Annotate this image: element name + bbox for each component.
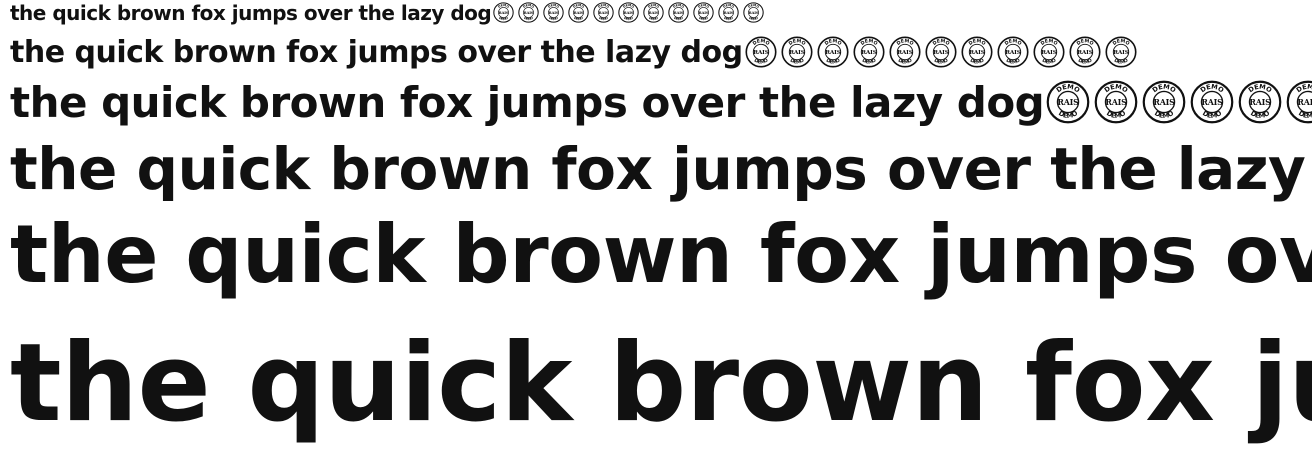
demo-stamp-icon: DEMODEMORAIS [961, 36, 993, 68]
specimen-row-5: the quick brown fox jumps over the lazy … [10, 215, 1312, 295]
demo-stamp-icon: DEMODEMORAIS [568, 2, 589, 23]
svg-text:RAIS: RAIS [549, 10, 559, 15]
svg-text:RAIS: RAIS [933, 50, 948, 56]
svg-text:RAIS: RAIS [969, 50, 984, 56]
svg-text:RAIS: RAIS [1058, 98, 1080, 107]
demo-stamp-icon: DEMODEMORAIS [889, 36, 921, 68]
demo-stamp-icon: DEMODEMORAIS [853, 36, 885, 68]
svg-text:RAIS: RAIS [624, 10, 634, 15]
demo-stamp-icon: DEMODEMORAIS [593, 2, 614, 23]
svg-text:RAIS: RAIS [1005, 50, 1020, 56]
demo-stamp-strip: DEMO DEMO RAIS DEMO DEMO RAIS DEMO DEMO RAIS DEMO… [745, 36, 1141, 68]
svg-text:RAIS: RAIS [825, 50, 840, 56]
svg-text:RAIS: RAIS [861, 50, 876, 56]
demo-stamp-icon: DEMODEMORAIS [1046, 80, 1090, 124]
specimen-row-1: the quick brown fox jumps over the lazy … [10, 2, 768, 23]
svg-text:RAIS: RAIS [1202, 98, 1224, 107]
demo-stamp-icon: DEMODEMORAIS [1286, 80, 1312, 124]
svg-text:RAIS: RAIS [724, 10, 734, 15]
demo-stamp-icon: DEMODEMORAIS [543, 2, 564, 23]
svg-text:RAIS: RAIS [649, 10, 659, 15]
sample-text: the quick brown fox jumps over the lazy … [10, 208, 1312, 301]
svg-text:RAIS: RAIS [1041, 50, 1056, 56]
specimen-row-6: the quick brown fox jumps over the lazy … [10, 330, 1312, 438]
svg-text:RAIS: RAIS [789, 50, 804, 56]
demo-stamp-icon: DEMODEMORAIS [1033, 36, 1065, 68]
svg-text:RAIS: RAIS [574, 10, 584, 15]
svg-text:RAIS: RAIS [753, 50, 768, 56]
demo-stamp-icon: DEMODEMORAIS [1105, 36, 1137, 68]
demo-stamp-icon: DEMODEMORAIS [781, 36, 813, 68]
demo-stamp-icon: DEMODEMORAIS [1142, 80, 1186, 124]
demo-stamp-strip: DEMO DEMO RAIS DEMO DEMO RAIS DEMO DEMO RAIS DEMO… [1046, 80, 1312, 124]
demo-stamp-strip: DEMO DEMO RAIS DEMO DEMO RAIS DEMO DEMO RAIS DEMO… [493, 2, 768, 23]
demo-stamp-icon: DEMODEMORAIS [493, 2, 514, 23]
demo-stamp-icon: DEMODEMORAIS [643, 2, 664, 23]
svg-text:RAIS: RAIS [499, 10, 509, 15]
svg-text:RAIS: RAIS [599, 10, 609, 15]
demo-stamp-icon: DEMODEMORAIS [693, 2, 714, 23]
font-specimen-sheet: the quick brown fox jumps over the lazy … [0, 0, 1312, 467]
specimen-row-3: the quick brown fox jumps over the lazy … [10, 80, 1312, 124]
svg-text:RAIS: RAIS [699, 10, 709, 15]
svg-text:RAIS: RAIS [897, 50, 912, 56]
sample-text: the quick brown fox jumps over the lazy … [10, 35, 743, 70]
svg-text:RAIS: RAIS [749, 10, 759, 15]
demo-stamp-icon: DEMODEMORAIS [997, 36, 1029, 68]
svg-text:RAIS: RAIS [1154, 98, 1176, 107]
demo-stamp-icon: DEMODEMORAIS [1094, 80, 1138, 124]
sample-text: the quick brown fox jumps over the lazy … [10, 1, 492, 25]
sample-text: the quick brown fox jumps over the lazy … [10, 78, 1045, 127]
svg-text:RAIS: RAIS [1077, 50, 1092, 56]
specimen-row-4: the quick brown fox jumps over the lazy … [10, 140, 1312, 198]
demo-stamp-icon: DEMODEMORAIS [1190, 80, 1234, 124]
svg-text:RAIS: RAIS [1113, 50, 1128, 56]
svg-text:RAIS: RAIS [674, 10, 684, 15]
demo-stamp-icon: DEMODEMORAIS [668, 2, 689, 23]
sample-text: the quick brown fox jumps over the lazy … [10, 135, 1312, 203]
svg-text:RAIS: RAIS [524, 10, 534, 15]
specimen-row-2: the quick brown fox jumps over the lazy … [10, 36, 1141, 68]
demo-stamp-icon: DEMODEMORAIS [718, 2, 739, 23]
sample-text: the quick brown fox jumps over the lazy … [10, 321, 1312, 446]
demo-stamp-icon: DEMODEMORAIS [1069, 36, 1101, 68]
demo-stamp-icon: DEMODEMORAIS [745, 36, 777, 68]
demo-stamp-icon: DEMODEMORAIS [518, 2, 539, 23]
svg-text:RAIS: RAIS [1106, 98, 1128, 107]
demo-stamp-icon: DEMODEMORAIS [743, 2, 764, 23]
demo-stamp-icon: DEMODEMORAIS [817, 36, 849, 68]
svg-text:RAIS: RAIS [1250, 98, 1272, 107]
demo-stamp-icon: DEMODEMORAIS [1238, 80, 1282, 124]
demo-stamp-icon: DEMODEMORAIS [618, 2, 639, 23]
svg-text:RAIS: RAIS [1298, 98, 1312, 107]
demo-stamp-icon: DEMODEMORAIS [925, 36, 957, 68]
